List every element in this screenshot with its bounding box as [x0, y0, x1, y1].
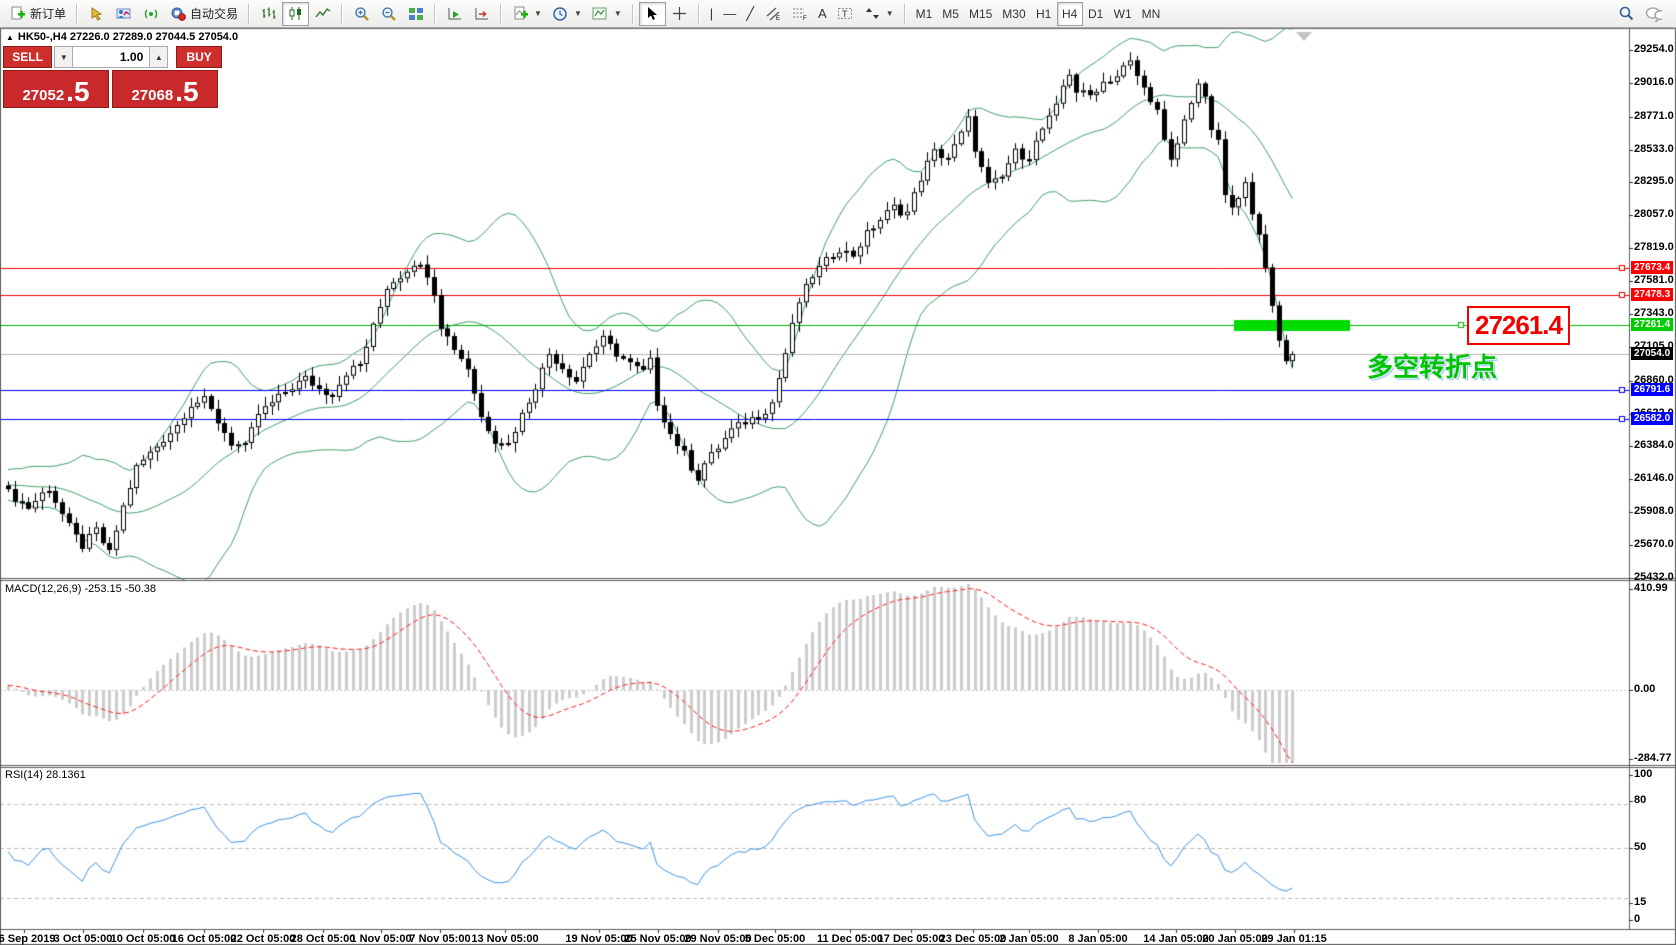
auto-scroll-icon: [446, 5, 463, 22]
vertical-line-button[interactable]: |: [705, 2, 718, 26]
timeframe-d1-button[interactable]: D1: [1083, 2, 1109, 26]
svg-text:T: T: [842, 9, 848, 19]
cursor-button[interactable]: [639, 2, 666, 26]
templates-icon: [592, 5, 609, 22]
chart-shift-button[interactable]: [468, 2, 495, 26]
cursor-icon: [644, 5, 661, 22]
periods-clock-icon: [552, 5, 569, 22]
new-order-button[interactable]: 新订单: [4, 2, 71, 26]
tile-windows-button[interactable]: [402, 2, 429, 26]
sell-price-panel[interactable]: 27052 .5: [3, 70, 109, 108]
candlestick-chart-icon: [287, 5, 304, 22]
one-click-trading-panel: SELL ▼ 1.00 ▲ BUY 27052 .5 27068 .5: [3, 46, 222, 108]
sell-price-frac: .5: [66, 80, 89, 104]
profile-button[interactable]: [110, 2, 137, 26]
dropdown-arrow-icon: ▼: [614, 9, 622, 18]
indicators-icon: [512, 5, 529, 22]
timeframe-m15-button[interactable]: M15: [964, 2, 997, 26]
bar-chart-icon: [260, 5, 277, 22]
auto-trading-button[interactable]: 自动交易: [164, 2, 243, 26]
trendline-button[interactable]: ╱: [741, 2, 759, 26]
timeframe-mn-button[interactable]: MN: [1137, 2, 1166, 26]
fibonacci-button[interactable]: F: [786, 2, 813, 26]
auto-scroll-button[interactable]: [441, 2, 468, 26]
volume-input[interactable]: 1.00: [73, 46, 149, 68]
sell-button[interactable]: SELL: [3, 46, 52, 68]
templates-button[interactable]: ▼: [587, 2, 627, 26]
indicators-button[interactable]: ▼: [507, 2, 547, 26]
text-label-icon: T: [837, 5, 854, 22]
toolbar-separator: [434, 4, 436, 24]
timeframe-w1-button[interactable]: W1: [1109, 2, 1137, 26]
volume-increase-button[interactable]: ▲: [149, 46, 168, 68]
gold-pointer-icon: [88, 5, 105, 22]
buy-price-frac: .5: [175, 80, 198, 104]
dropdown-arrow-icon: ▼: [574, 9, 582, 18]
timeframe-m30-button[interactable]: M30: [997, 2, 1030, 26]
dropdown-arrow-icon: ▼: [886, 9, 894, 18]
auto-trading-icon: [169, 5, 186, 22]
svg-text:E: E: [776, 16, 780, 21]
signals-icon: [142, 5, 159, 22]
toolbar-separator: [632, 4, 634, 24]
dropdown-arrow-icon: ▼: [534, 9, 542, 18]
equidistant-channel-button[interactable]: E: [759, 2, 786, 26]
periods-button[interactable]: ▼: [547, 2, 587, 26]
vertical-line-icon: |: [710, 7, 713, 20]
candlestick-chart-button[interactable]: [282, 2, 309, 26]
timeframe-h4-button[interactable]: H4: [1057, 2, 1083, 26]
timeframe-m1-button[interactable]: M1: [911, 2, 938, 26]
arrows-icon: [864, 5, 881, 22]
fibonacci-icon: F: [791, 5, 808, 22]
toolbar-separator: [248, 4, 250, 24]
zoom-in-icon: [353, 5, 370, 22]
trendline-icon: ╱: [746, 7, 754, 20]
buy-button[interactable]: BUY: [176, 46, 222, 68]
text-label-button[interactable]: T: [832, 2, 859, 26]
line-chart-icon: [314, 5, 331, 22]
tile-windows-icon: [407, 5, 424, 22]
search-icon[interactable]: [1618, 5, 1635, 22]
horizontal-line-button[interactable]: —: [718, 2, 741, 26]
auto-trading-label: 自动交易: [190, 5, 238, 22]
signals-button[interactable]: [137, 2, 164, 26]
crosshair-button[interactable]: [666, 2, 693, 26]
new-order-icon: [9, 5, 26, 22]
bar-chart-button[interactable]: [255, 2, 282, 26]
zoom-in-button[interactable]: [348, 2, 375, 26]
chat-icon[interactable]: [1645, 5, 1662, 22]
note-annotation[interactable]: 多空转折点: [1367, 347, 1497, 384]
text-icon: A: [818, 7, 827, 20]
timeframe-h1-button[interactable]: H1: [1031, 2, 1057, 26]
crosshair-icon: [671, 5, 688, 22]
toolbar: 新订单 自动交易: [0, 0, 1676, 28]
line-chart-button[interactable]: [309, 2, 336, 26]
toolbar-separator: [698, 4, 700, 24]
market-pointer-button[interactable]: [83, 2, 110, 26]
user-chart-icon: [115, 5, 132, 22]
svg-text:F: F: [803, 16, 807, 21]
price-annotation-box[interactable]: 27261.4: [1467, 306, 1570, 345]
equidistant-channel-icon: E: [764, 5, 781, 22]
new-order-label: 新订单: [30, 5, 66, 22]
zoom-out-icon: [380, 5, 397, 22]
price-chart-canvas[interactable]: [0, 0, 1676, 945]
buy-price-main: 27068: [131, 88, 173, 105]
buy-price-panel[interactable]: 27068 .5: [112, 70, 218, 108]
toolbar-separator: [341, 4, 343, 24]
text-button[interactable]: A: [813, 2, 832, 26]
toolbar-separator: [500, 4, 502, 24]
toolbar-separator: [904, 4, 906, 24]
volume-decrease-button[interactable]: ▼: [54, 46, 73, 68]
toolbar-separator: [76, 4, 78, 24]
arrows-button[interactable]: ▼: [859, 2, 899, 26]
horizontal-line-icon: —: [723, 7, 736, 20]
chart-shift-icon: [473, 5, 490, 22]
sell-price-main: 27052: [22, 88, 64, 105]
timeframe-m5-button[interactable]: M5: [937, 2, 964, 26]
zoom-out-button[interactable]: [375, 2, 402, 26]
